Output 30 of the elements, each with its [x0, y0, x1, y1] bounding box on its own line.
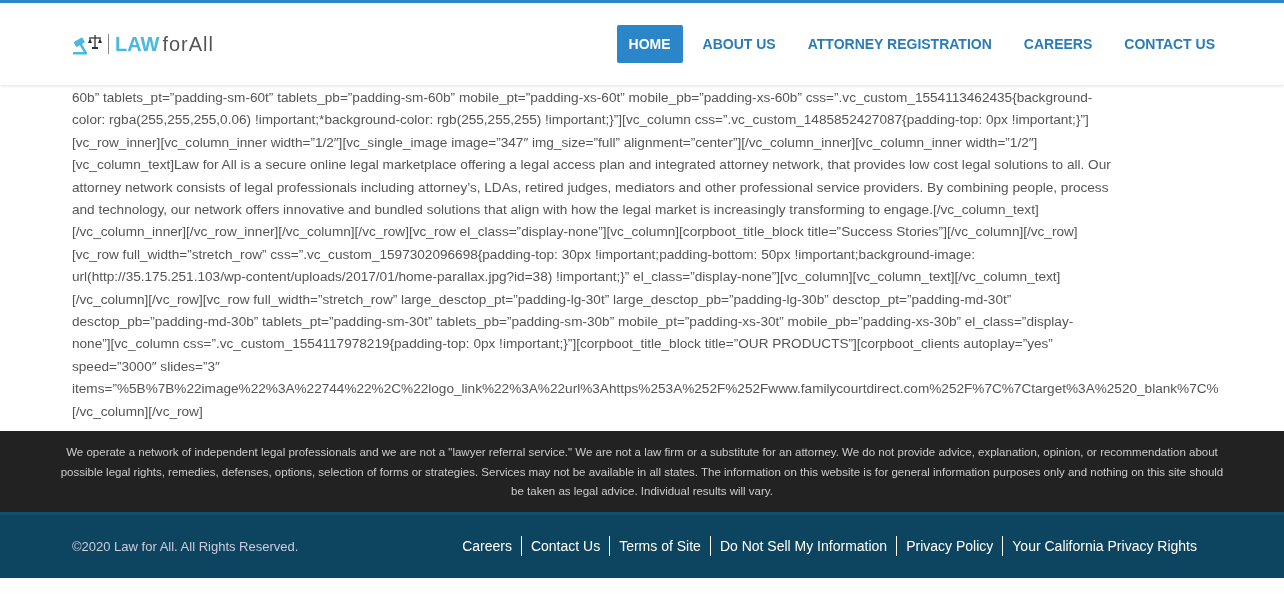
- shortcode-text-line: items=”%5B%7B%22image%22%3A%22744%22%2C%22logo_link%22%3A%22url%3Ahttps%253A%252F%252Fwww.familycourtdirect.com%252F%7C%7Ctarget%3A%2520_blank%7C%: [72, 380, 1219, 399]
- shortcode-text-line: url(http://35.175.251.103/wp-content/uploads/2017/01/home-parallax.jpg?id=38) !important;}” el_class=”display-none”][vc_column][vc_column_text][/vc_column_text]: [72, 268, 1061, 287]
- copyright-text: ©2020 Law for All. All Rights Reserved.: [72, 538, 299, 554]
- shortcode-text-line: color: rgba(255,255,255,0.06) !important;*background-color: rgb(255,255,255) !important;}”][vc_column css=”.vc_custom_1485852427087{padding-top: 0px !important;}”]: [72, 111, 1089, 130]
- footer-link[interactable]: Your California Privacy Rights: [1002, 536, 1206, 556]
- shortcode-text-line: [/vc_column][/vc_row]: [72, 402, 203, 421]
- footer-link[interactable]: Contact Us: [520, 536, 610, 556]
- nav-link[interactable]: CAREERS: [1011, 25, 1105, 63]
- shortcode-text-line: and technology, our network offers innovative and bundled solutions that align with how the legal market is increasingly transforming to engage.[/vc_column_text]: [72, 201, 1039, 220]
- footer-link[interactable]: Terms of Site: [609, 536, 710, 556]
- disclaimer-text: We operate a network of independent legal professionals and we are not a "lawyer referral service." We are not a law firm or a substitute for an attorney. We do not provide advice, explanation, opinion, or recommendation about possible legal rights, remedies, defenses, options, selection of forms or strategies. Services may not be available in all states. The information on this website is for general information purposes only and nothing on this site should be taken as legal advice. Individual results will vary.: [60, 445, 1224, 499]
- nav-link[interactable]: ABOUT US: [690, 25, 788, 63]
- nav-link[interactable]: ATTORNEY REGISTRATION: [795, 25, 1004, 63]
- shortcode-text-line: attorney network consists of legal professionals including attorney’s, LDAs, retired judges, mediators and other professional service providers. By combining people, process: [72, 178, 1109, 197]
- gavel-and-scales-icon: [72, 33, 102, 55]
- shortcode-text-line: desctop_pb=”padding-md-30b” tablets_pt=”padding-sm-30t” tablets_pb=”padding-sm-30b” mobile_pt=”padding-xs-30t” mobile_pb=”padding-xs-30b” el_class=”display-: [72, 313, 1074, 332]
- shortcode-text-line: [/vc_column][/vc_row][vc_row full_width=”stretch_row” large_desctop_pt=”padding-lg-30t” large_desctop_pb=”padding-lg-30b” desctop_pt=”padding-md-30t”: [72, 290, 1012, 309]
- logo-text[interactable]: forAll: [162, 32, 214, 56]
- shortcode-text-line: [/vc_column_inner][/vc_row_inner][/vc_column][/vc_row][vc_row el_class=”display-none”][vc_column][corpboot_title_block title=”Success Stories”][/vc_column][/vc_row]: [72, 223, 1078, 242]
- nav-link[interactable]: HOME: [616, 25, 683, 63]
- footer-link[interactable]: Do Not Sell My Information: [709, 536, 897, 556]
- footer-link[interactable]: Careers: [453, 536, 521, 556]
- shortcode-text-line: 60b” tablets_pt=”padding-sm-60t” tablets_pb=”padding-sm-60b” mobile_pt=”padding-xs-60t” mobile_pb=”padding-xs-60b” css=”.vc_custom_1554113462435{background-: [72, 89, 1093, 107]
- shortcode-text-line: [vc_row_inner][vc_column_inner width=”1/2″][vc_single_image image=”347″ img_size=”full” alignment=”center”][/vc_column_inner][vc_column_inner width=”1/2″]: [72, 133, 1038, 152]
- nav-link[interactable]: CONTACT US: [1112, 25, 1227, 63]
- footer-link[interactable]: Privacy Policy: [896, 536, 1003, 556]
- shortcode-text-line: [vc_row full_width=”stretch_row” css=”.vc_custom_1597302096698{padding-top: 30px !important;padding-bottom: 50px !important;background-image:: [72, 245, 975, 264]
- shortcode-text-line: [vc_column_text]Law for All is a secure online legal marketplace offering a legal access plan and integrated attorney network, that provides low cost legal solutions to all. Our: [72, 156, 1111, 175]
- shortcode-text-line: speed=”3000″ slides=”3″: [72, 357, 220, 376]
- shortcode-text-line: none”][vc_column css=”.vc_custom_1554117978219{padding-top: 0px !important;}”][corpboot_title_block title=”OUR PRODUCTS”][corpboot_clients autoplay=”yes”: [72, 335, 1053, 354]
